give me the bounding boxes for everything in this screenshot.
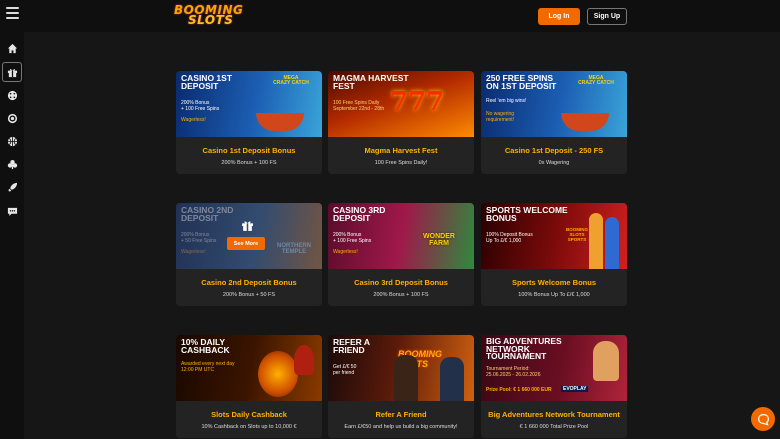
signup-button[interactable]: Sign Up xyxy=(587,8,627,25)
banner-note: No wagering requirement! xyxy=(486,111,515,123)
game-badge: MEGA CRAZY CATCH xyxy=(578,75,614,86)
promo-card-daily-cashback[interactable]: 10% DAILY CASHBACK Awarded every next da… xyxy=(176,335,322,438)
banner-subtitle: Reel 'em big wins! xyxy=(486,98,527,104)
promo-card-magma-harvest-fest[interactable]: MAGMA HARVEST FEST 100 Free Spins Daily … xyxy=(328,71,474,174)
promo-title: Slots Daily Cashback xyxy=(211,410,287,419)
banner-subtitle: Awarded every next day 12:00 PM UTC xyxy=(181,361,235,373)
promo-title: Big Adventures Network Tournament xyxy=(488,410,620,419)
banner-title: REFER A FRIEND xyxy=(333,337,370,355)
game-badge: WONDER FARM xyxy=(423,233,455,247)
promo-description: 200% Bonus + 50 FS xyxy=(222,292,276,298)
sidebar-item-home[interactable] xyxy=(2,38,22,58)
banner-subtitle: 200% Bonus + 100 Free Spins xyxy=(333,232,372,244)
target-icon xyxy=(7,113,17,123)
banner-title: CASINO 1ST DEPOSIT xyxy=(181,73,233,91)
athlete-graphic xyxy=(605,217,619,269)
promo-banner[interactable]: CASINO 2ND DEPOSIT 200% Bonus + 50 Free … xyxy=(176,203,322,269)
promo-card-refer-a-friend[interactable]: REFER A FRIEND Get £/€ 50 per friend BOO… xyxy=(328,335,474,438)
sidebar xyxy=(0,32,24,439)
rocket-icon xyxy=(7,182,17,192)
home-icon xyxy=(7,43,17,53)
sidebar-item-live[interactable] xyxy=(2,108,22,128)
banner-subtitle: 100% Deposit Bonus Up To £/€ 1,000 xyxy=(486,232,533,244)
promo-description: 10% Cashback on Slots up to 10,000 € xyxy=(201,424,297,430)
club-icon xyxy=(7,159,17,169)
gift-icon xyxy=(242,221,253,231)
banner-title: 10% DAILY CASHBACK xyxy=(181,337,230,355)
sidebar-item-table-games[interactable] xyxy=(2,154,22,174)
promo-banner[interactable]: 10% DAILY CASHBACK Awarded every next da… xyxy=(176,335,322,401)
banner-title: CASINO 3RD DEPOSIT xyxy=(333,205,386,223)
boat-graphic xyxy=(256,113,304,131)
prize-pool-label: Prize Pool: € 1 660 000 EUR xyxy=(486,387,552,393)
live-chat-button[interactable] xyxy=(751,407,775,431)
promo-banner[interactable]: 250 FREE SPINS ON 1ST DEPOSIT Reel 'em b… xyxy=(481,71,627,137)
sidebar-item-sports[interactable] xyxy=(2,131,22,151)
promo-banner[interactable]: SPORTS WELCOME BONUS 100% Deposit Bonus … xyxy=(481,203,627,269)
promo-card-sports-welcome[interactable]: SPORTS WELCOME BONUS 100% Deposit Bonus … xyxy=(481,203,627,306)
sports-logo: BOOMING SLOTS SPORTS xyxy=(566,227,588,242)
promo-title: Casino 2nd Deposit Bonus xyxy=(201,278,297,287)
promo-banner[interactable]: CASINO 3RD DEPOSIT 200% Bonus + 100 Free… xyxy=(328,203,474,269)
promo-card-casino-1st-deposit[interactable]: CASINO 1ST DEPOSIT 200% Bonus + 100 Free… xyxy=(176,71,322,174)
promo-card-250-free-spins[interactable]: 250 FREE SPINS ON 1ST DEPOSIT Reel 'em b… xyxy=(481,71,627,174)
banner-subtitle: 100 Free Spins Daily September 22nd - 28… xyxy=(333,100,385,112)
boat-graphic xyxy=(561,113,609,131)
sidebar-item-casino[interactable] xyxy=(2,85,22,105)
promo-card-casino-2nd-deposit[interactable]: CASINO 2ND DEPOSIT 200% Bonus + 50 Free … xyxy=(176,203,322,306)
promo-description: 200% Bonus + 100 FS xyxy=(221,160,277,166)
logo[interactable]: BOOMING SLOTS xyxy=(174,4,243,27)
promo-title: Sports Welcome Bonus xyxy=(511,278,597,287)
promo-description: 100 Free Spins Daily! xyxy=(374,160,428,166)
gift-icon xyxy=(7,68,17,77)
promo-title: Refer A Friend xyxy=(375,410,427,419)
hover-overlay xyxy=(176,203,322,269)
banner-note: Wagerless! xyxy=(333,249,358,255)
promo-description: € 1 660 000 Total Prize Pool xyxy=(519,424,589,430)
chat-bubble-icon xyxy=(757,413,769,426)
pumpkin-graphic xyxy=(258,351,298,397)
sidebar-item-promotions[interactable] xyxy=(2,62,22,82)
character-graphic xyxy=(593,341,619,381)
see-more-button[interactable]: See More xyxy=(227,237,265,250)
promo-card-big-adventures-tournament[interactable]: BIG ADVENTURES NETWORK TOURNAMENT Tourna… xyxy=(481,335,627,438)
dice-icon xyxy=(7,90,17,100)
promo-banner[interactable]: CASINO 1ST DEPOSIT 200% Bonus + 100 Free… xyxy=(176,71,322,137)
promo-title: Casino 1st Deposit Bonus xyxy=(202,146,296,155)
promo-card-casino-3rd-deposit[interactable]: CASINO 3RD DEPOSIT 200% Bonus + 100 Free… xyxy=(328,203,474,306)
sidebar-item-crash[interactable] xyxy=(2,177,22,197)
person-graphic xyxy=(440,357,464,401)
sidebar-item-support[interactable] xyxy=(2,201,22,221)
banner-subtitle: Tournament Period: 25.06.2025 - 26.02.20… xyxy=(486,366,541,378)
promo-description: Earn £/€50 and help us build a big commu… xyxy=(344,424,458,430)
banner-subtitle: 200% Bonus + 100 Free Spins xyxy=(181,100,220,112)
promo-title: Casino 1st Deposit - 250 FS xyxy=(504,146,604,155)
login-button[interactable]: Log In xyxy=(538,8,580,25)
provider-badge: EVOPLAY xyxy=(561,386,589,392)
banner-note: Wagerless! xyxy=(181,117,206,123)
basketball-icon xyxy=(7,136,17,146)
promo-banner[interactable]: BIG ADVENTURES NETWORK TOURNAMENT Tourna… xyxy=(481,335,627,401)
banner-title: SPORTS WELCOME BONUS xyxy=(486,205,568,223)
game-badge: MEGA CRAZY CATCH xyxy=(273,75,309,86)
chat-icon xyxy=(7,207,17,216)
promo-title: Casino 3rd Deposit Bonus xyxy=(354,278,448,287)
devil-graphic xyxy=(294,345,314,375)
promo-description: 200% Bonus + 100 FS xyxy=(373,292,429,298)
top-bar: BOOMING SLOTS Log In Sign Up xyxy=(0,0,780,32)
sevens-graphic: 777 xyxy=(390,87,445,117)
promo-title: Magma Harvest Fest xyxy=(364,146,438,155)
banner-subtitle: Get £/€ 50 per friend xyxy=(333,364,357,376)
promo-description: 0x Wagering xyxy=(538,160,570,166)
banner-title: BIG ADVENTURES NETWORK TOURNAMENT xyxy=(486,336,562,361)
promo-banner[interactable]: REFER A FRIEND Get £/€ 50 per friend BOO… xyxy=(328,335,474,401)
promo-banner[interactable]: MAGMA HARVEST FEST 100 Free Spins Daily … xyxy=(328,71,474,137)
person-graphic xyxy=(394,355,418,401)
athlete-graphic xyxy=(589,213,603,269)
menu-icon[interactable] xyxy=(6,7,19,19)
promo-description: 100% Bonus Up To £/€ 1,000 xyxy=(518,292,590,298)
banner-title: 250 FREE SPINS ON 1ST DEPOSIT xyxy=(486,73,557,91)
